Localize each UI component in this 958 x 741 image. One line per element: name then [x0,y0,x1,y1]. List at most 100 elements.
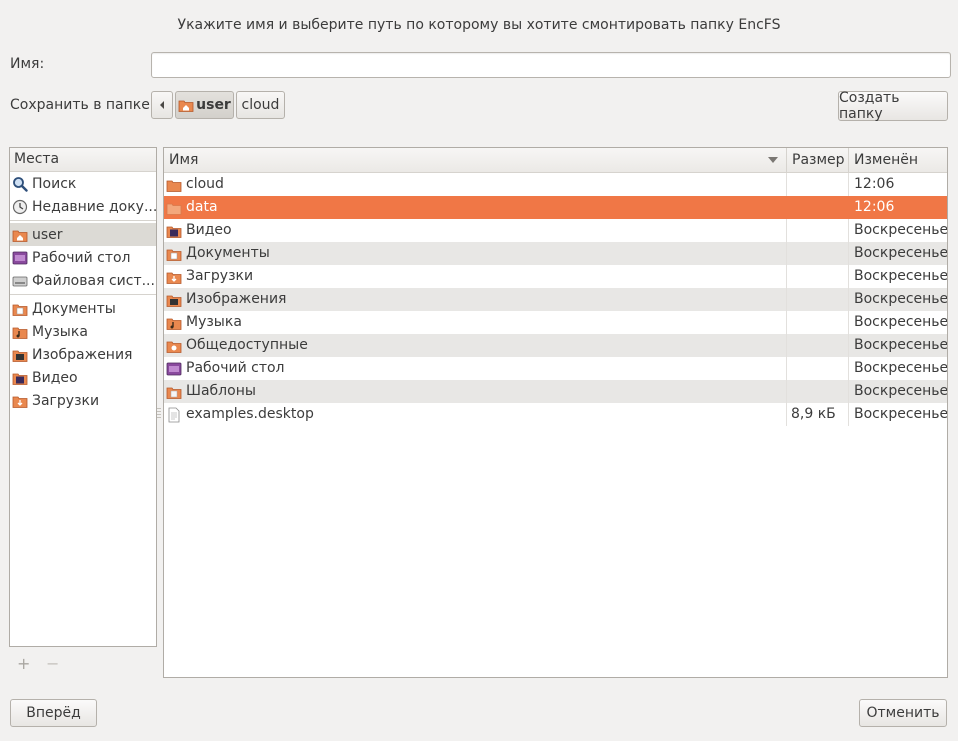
remove-bookmark-button[interactable]: − [46,654,59,673]
table-row[interactable]: Рабочий стол Воскресенье [164,357,947,380]
place-desktop[interactable]: Рабочий стол [10,246,156,269]
path-back-button[interactable] [151,91,173,119]
recent-icon [12,199,28,214]
place-search[interactable]: Поиск [10,172,156,195]
desktop-icon [166,362,182,375]
file-size [787,357,849,380]
drive-icon [12,276,28,286]
column-header-size[interactable]: Размер [787,148,849,172]
file-size [787,196,849,219]
file-size [787,288,849,311]
file-modified: Воскресенье [854,383,947,399]
path-segment-label: user [196,97,231,113]
place-videos[interactable]: Видео [10,366,156,389]
file-list: Имя Размер Изменён cloud 12:06 data 12:0… [163,147,948,678]
create-folder-button[interactable]: Создать папку [838,90,948,122]
place-filesystem[interactable]: Файловая сист... [10,269,156,292]
place-label: Изображения [32,346,133,363]
desktop-icon [12,251,28,264]
music-folder-icon [166,318,182,330]
path-segment-user[interactable]: user [175,91,234,119]
cancel-button[interactable]: Отменить [859,699,947,727]
pictures-folder-icon [166,295,182,307]
file-modified: Воскресенье [854,360,947,376]
column-header-name[interactable]: Имя [164,148,787,172]
column-header-modified[interactable]: Изменён [849,148,947,172]
folder-icon [166,203,182,215]
folder-icon [166,180,182,192]
path-segment-label: cloud [241,97,280,113]
file-name: Музыка [186,314,242,330]
sort-descending-icon [768,157,778,163]
file-name: examples.desktop [186,406,314,422]
place-label: Видео [32,369,78,386]
places-sidebar: Места Поиск Недавние доку... user Рабочи… [9,147,157,647]
table-row[interactable]: Загрузки Воскресенье [164,265,947,288]
file-name: Видео [186,222,232,238]
templates-folder-icon [166,387,182,399]
path-segment-cloud[interactable]: cloud [236,91,285,119]
table-row[interactable]: Музыка Воскресенье [164,311,947,334]
place-documents[interactable]: Документы [10,297,156,320]
file-list-header: Имя Размер Изменён [164,148,947,173]
pictures-folder-icon [12,350,28,362]
video-folder-icon [12,373,28,385]
forward-button[interactable]: Вперёд [10,699,97,727]
name-input[interactable] [151,52,951,78]
file-name: Общедоступные [186,337,308,353]
save-in-folder-label: Сохранить в папке [10,97,150,113]
column-header-label: Имя [169,152,199,168]
file-name: Загрузки [186,268,254,284]
file-size [787,242,849,265]
table-row[interactable]: Общедоступные Воскресенье [164,334,947,357]
dialog-title: Укажите имя и выберите путь по которому … [177,17,781,33]
file-modified: Воскресенье [854,337,947,353]
column-header-label: Размер [792,152,845,168]
place-label: Документы [32,300,116,317]
table-row[interactable]: examples.desktop 8,9 кБ Воскресенье [164,403,947,426]
home-folder-icon [12,230,28,242]
file-size [787,265,849,288]
file-size [787,334,849,357]
file-name: Документы [186,245,270,261]
table-row[interactable]: Видео Воскресенье [164,219,947,242]
file-name: cloud [186,176,224,192]
place-label: user [32,226,63,243]
file-size: 8,9 кБ [787,403,849,426]
file-name: data [186,199,218,215]
documents-folder-icon [166,249,182,261]
table-row[interactable]: Изображения Воскресенье [164,288,947,311]
file-size [787,311,849,334]
file-modified: Воскресенье [854,268,947,284]
name-label: Имя: [10,56,45,72]
place-recent[interactable]: Недавние доку... [10,195,156,218]
place-music[interactable]: Музыка [10,320,156,343]
place-label: Недавние доку... [32,198,156,215]
add-bookmark-button[interactable]: + [17,654,30,673]
table-row[interactable]: data 12:06 [164,196,947,219]
file-modified: Воскресенье [854,314,947,330]
place-label: Поиск [32,175,77,192]
file-modified: Воскресенье [854,406,947,422]
table-row[interactable]: cloud 12:06 [164,173,947,196]
file-size [787,380,849,403]
column-header-label: Изменён [854,152,919,168]
pane-resize-handle[interactable] [157,408,161,420]
file-name: Изображения [186,291,287,307]
table-row[interactable]: Документы Воскресенье [164,242,947,265]
places-separator [10,294,156,295]
place-home[interactable]: user [10,223,156,246]
file-size [787,219,849,242]
place-pictures[interactable]: Изображения [10,343,156,366]
places-header[interactable]: Места [10,148,156,172]
table-row[interactable]: Шаблоны Воскресенье [164,380,947,403]
file-modified: 12:06 [854,176,895,192]
file-modified: 12:06 [854,199,895,215]
file-size [787,173,849,196]
place-downloads[interactable]: Загрузки [10,389,156,412]
file-icon [168,407,180,422]
place-label: Рабочий стол [32,249,131,266]
music-folder-icon [12,327,28,339]
video-folder-icon [166,226,182,238]
place-label: Загрузки [32,392,100,409]
